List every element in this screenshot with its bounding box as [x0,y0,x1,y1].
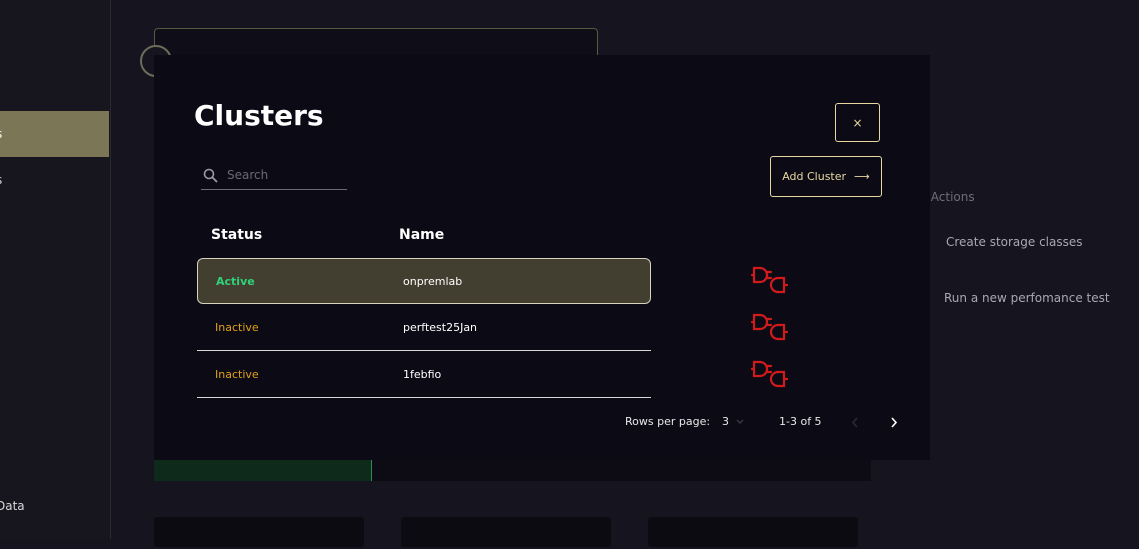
table-row[interactable]: Inactive 1febfio [197,352,651,398]
add-cluster-button[interactable]: Add Cluster ⟶ [770,156,882,197]
clusters-modal: Clusters × Add Cluster ⟶ Status Name Act… [154,55,930,460]
arrow-right-icon: ⟶ [854,170,870,183]
pagination-range: 1-3 of 5 [779,415,822,428]
rows-per-page-select[interactable]: 3 [722,415,729,428]
sidebar: s s Data i [0,0,111,539]
name-cell: onpremlab [403,275,463,288]
search-field[interactable] [201,165,347,190]
rows-per-page-label: Rows per page: [625,415,711,428]
disconnected-plug-icon[interactable] [750,265,788,297]
sidebar-item[interactable]: i [0,529,109,549]
column-header-status[interactable]: Status [211,227,262,243]
status-cell: Active [216,275,255,288]
search-icon [203,168,218,183]
table-row[interactable]: Active onpremlab [197,258,651,304]
dashboard-card [401,517,611,547]
dashboard-card [648,517,858,547]
name-cell: 1febfio [403,368,442,381]
sidebar-item-active[interactable]: s [0,111,109,157]
sidebar-item[interactable]: s [0,173,109,193]
quick-action-create-storage[interactable]: Create storage classes [946,235,1083,249]
status-cell: Inactive [215,368,259,381]
column-header-name[interactable]: Name [399,227,444,243]
sidebar-item-label: s [0,173,2,187]
sidebar-item-label: Data [0,499,25,513]
close-button[interactable]: × [835,103,880,142]
sidebar-item[interactable]: Data [0,499,109,519]
progress-bar [154,459,871,481]
search-input[interactable] [225,167,347,183]
status-cell: Inactive [215,321,259,334]
disconnected-plug-icon[interactable] [750,359,788,391]
chevron-down-icon[interactable] [736,419,744,425]
dashboard-card [154,517,364,547]
modal-title: Clusters [194,99,324,132]
add-cluster-label: Add Cluster [782,170,847,183]
progress-fill [154,459,372,481]
chevron-right-icon[interactable] [890,417,898,428]
quick-action-run-perf-test[interactable]: Run a new perfomance test [944,291,1110,305]
sidebar-item-label: s [0,127,2,141]
chevron-left-icon[interactable] [851,417,859,428]
name-cell: perftest25Jan [403,321,478,334]
disconnected-plug-icon[interactable] [750,312,788,344]
table-row[interactable]: Inactive perftest25Jan [197,305,651,351]
